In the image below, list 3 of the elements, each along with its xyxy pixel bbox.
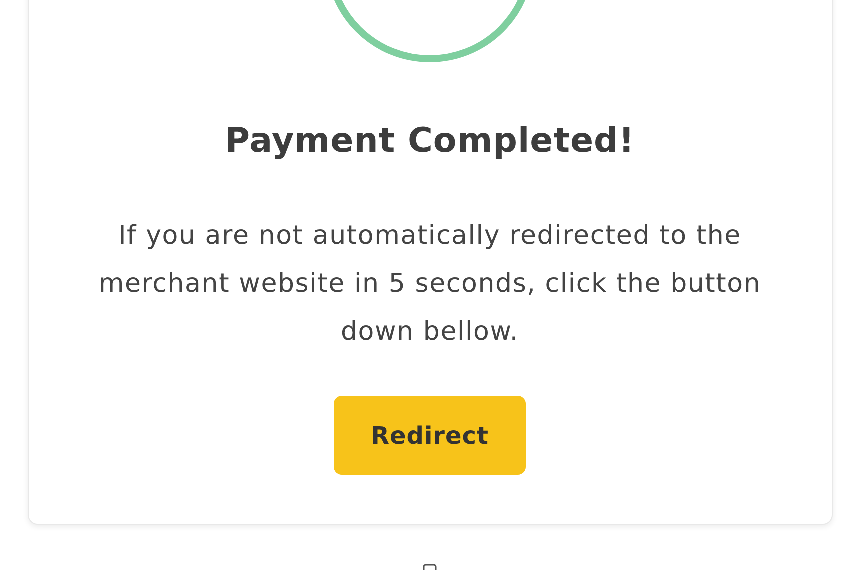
redirect-message: If you are not automatically redirected to the merchant website in 5 seconds, click the button down bellow. — [98, 220, 762, 349]
redirect-button[interactable]: Redirect — [334, 396, 526, 475]
payment-title: Payment Completed! — [225, 120, 635, 163]
